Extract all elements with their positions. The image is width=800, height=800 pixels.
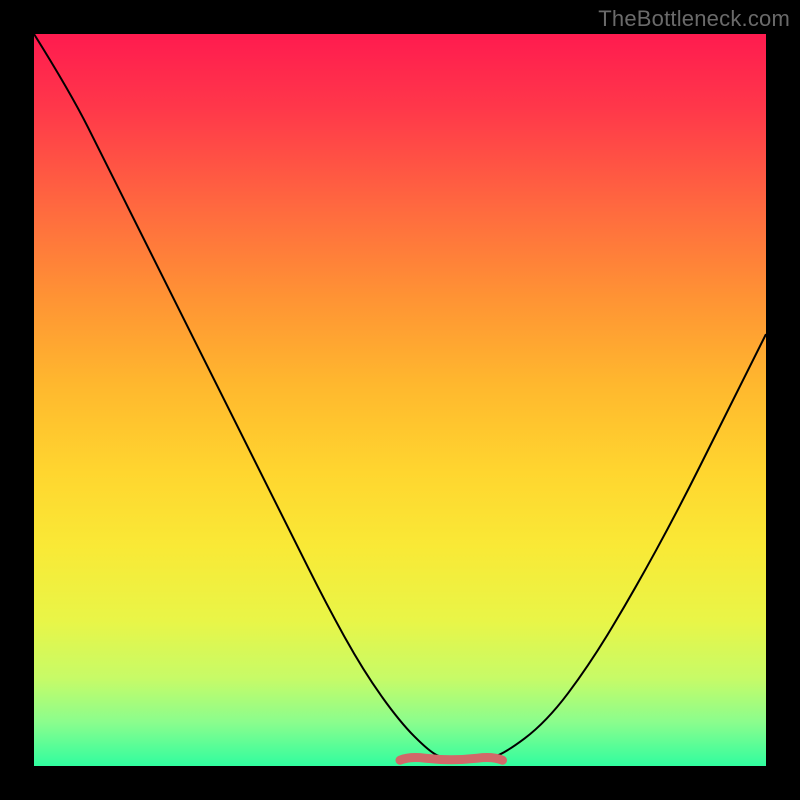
chart-frame: TheBottleneck.com — [0, 0, 800, 800]
plot-area — [34, 34, 766, 766]
curve-svg — [34, 34, 766, 766]
watermark-text: TheBottleneck.com — [598, 6, 790, 32]
flat-region-marker — [400, 758, 502, 761]
bottleneck-curve — [34, 34, 766, 760]
